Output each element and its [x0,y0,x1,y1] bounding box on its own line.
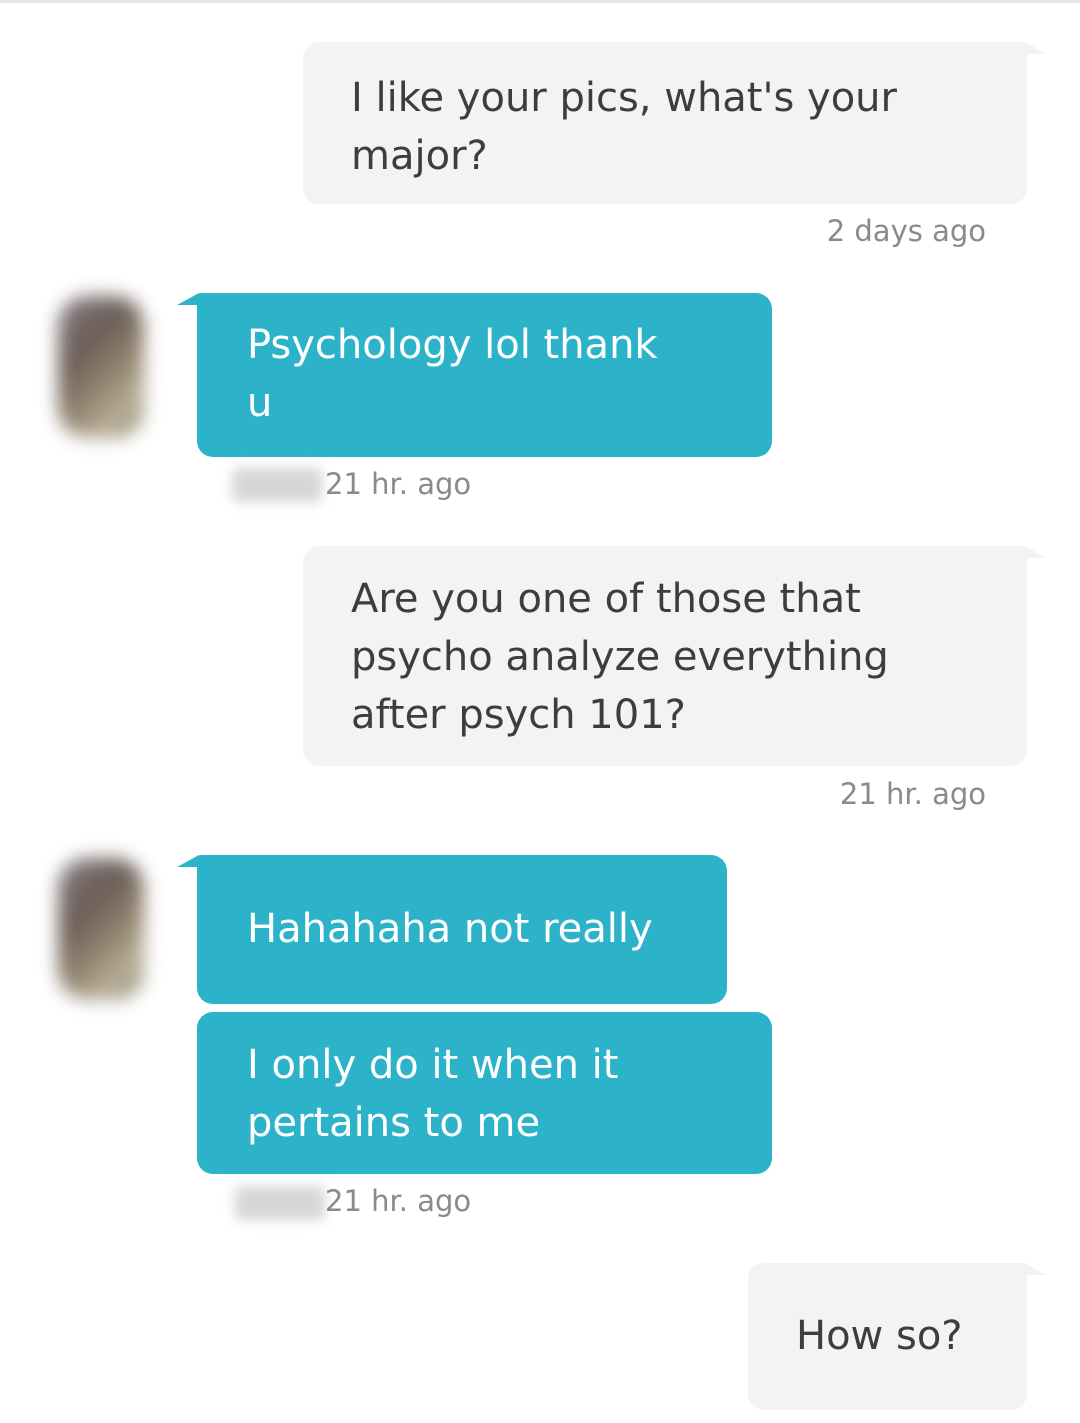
sent-bubble-tail [1025,546,1047,558]
sent-bubble-tail [1025,42,1047,54]
match-avatar[interactable] [58,296,144,438]
received-bubble-tail [177,855,199,867]
message-text: I only do it when it pertains to me [247,1042,619,1146]
message-timestamp: 21 hr. ago [325,467,472,501]
blurred-sender-name [235,1186,325,1220]
message-timestamp: 2 days ago [826,214,986,248]
sent-bubble-tail [1025,1263,1047,1275]
message-text: I like your pics, what's your major? [351,75,897,179]
blurred-sender-name [232,468,322,502]
sent-message-bubble[interactable]: Are you one of those that psycho analyze… [303,546,1027,766]
match-avatar[interactable] [58,858,144,1000]
header-divider [0,0,1080,3]
received-message-bubble[interactable]: I only do it when it pertains to me [197,1012,772,1174]
message-timestamp: 21 hr. ago [839,777,986,811]
received-bubble-tail [177,293,199,305]
message-text: Psychology lol thank u [247,322,658,426]
received-message-bubble[interactable]: Psychology lol thank u [197,293,772,457]
message-text: How so? [796,1313,963,1359]
received-message-bubble[interactable]: Hahahaha not really [197,855,727,1004]
sent-message-bubble[interactable]: How so? [748,1263,1027,1410]
sent-message-bubble[interactable]: I like your pics, what's your major? [303,42,1027,204]
message-timestamp: 21 hr. ago [325,1184,472,1218]
message-text: Are you one of those that psycho analyze… [351,576,889,738]
message-text: Hahahaha not really [247,906,653,952]
